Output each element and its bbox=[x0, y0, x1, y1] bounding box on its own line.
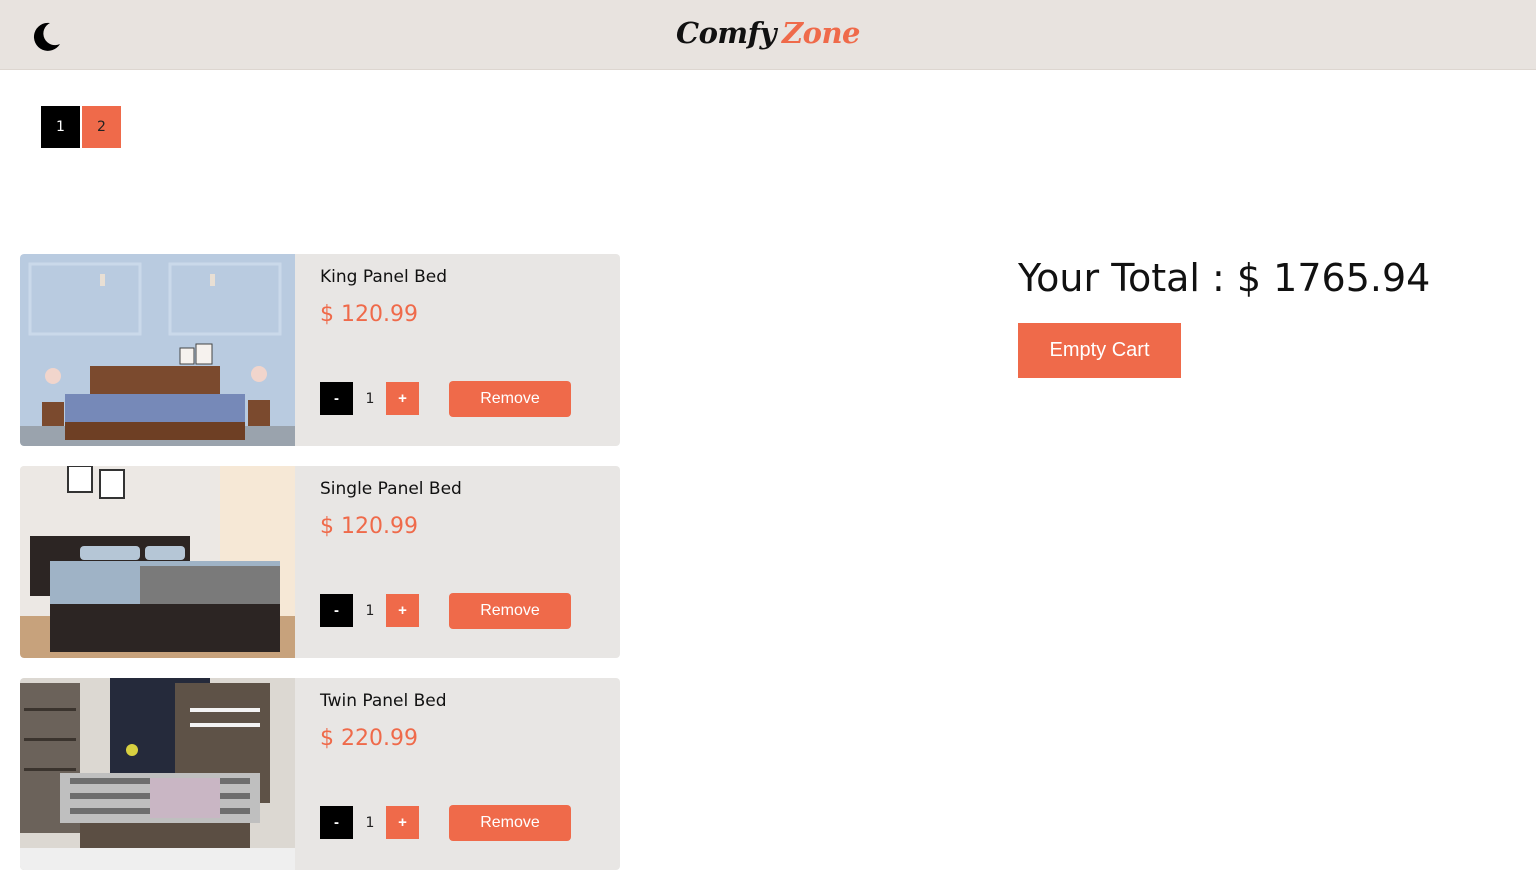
increase-quantity-button[interactable]: + bbox=[386, 382, 419, 415]
product-image bbox=[20, 678, 295, 870]
remove-button[interactable]: Remove bbox=[449, 593, 571, 629]
brand-word-zone: Zone bbox=[781, 16, 861, 50]
item-name: King Panel Bed bbox=[320, 267, 448, 287]
page-button-1[interactable]: 1 bbox=[41, 106, 80, 148]
decrease-quantity-button[interactable]: - bbox=[320, 382, 353, 415]
cart-item: King Panel Bed $ 120.99 - 1 + Remove bbox=[20, 254, 620, 446]
navbar: Comfy Zone bbox=[0, 0, 1536, 70]
empty-cart-button[interactable]: Empty Cart bbox=[1018, 323, 1181, 378]
cart-list: King Panel Bed $ 120.99 - 1 + Remove Sin… bbox=[20, 254, 620, 890]
item-name: Single Panel Bed bbox=[320, 479, 462, 499]
item-price: $ 220.99 bbox=[320, 726, 418, 751]
brand-logo[interactable]: Comfy Zone bbox=[0, 16, 1536, 50]
brand-word-comfy: Comfy bbox=[676, 16, 776, 50]
decrease-quantity-button[interactable]: - bbox=[320, 806, 353, 839]
cart-item: Single Panel Bed $ 120.99 - 1 + Remove bbox=[20, 466, 620, 658]
product-image bbox=[20, 466, 295, 658]
cart-item: Twin Panel Bed $ 220.99 - 1 + Remove bbox=[20, 678, 620, 870]
increase-quantity-button[interactable]: + bbox=[386, 806, 419, 839]
pagination: 1 2 bbox=[41, 106, 121, 148]
product-image bbox=[20, 254, 295, 446]
remove-button[interactable]: Remove bbox=[449, 805, 571, 841]
increase-quantity-button[interactable]: + bbox=[386, 594, 419, 627]
cart-total: Your Total : $ 1765.94 bbox=[1018, 256, 1431, 300]
page-button-2[interactable]: 2 bbox=[82, 106, 121, 148]
quantity-value: 1 bbox=[365, 603, 375, 619]
item-price: $ 120.99 bbox=[320, 514, 418, 539]
quantity-value: 1 bbox=[365, 391, 375, 407]
quantity-value: 1 bbox=[365, 815, 375, 831]
item-name: Twin Panel Bed bbox=[320, 691, 447, 711]
decrease-quantity-button[interactable]: - bbox=[320, 594, 353, 627]
remove-button[interactable]: Remove bbox=[449, 381, 571, 417]
item-price: $ 120.99 bbox=[320, 302, 418, 327]
